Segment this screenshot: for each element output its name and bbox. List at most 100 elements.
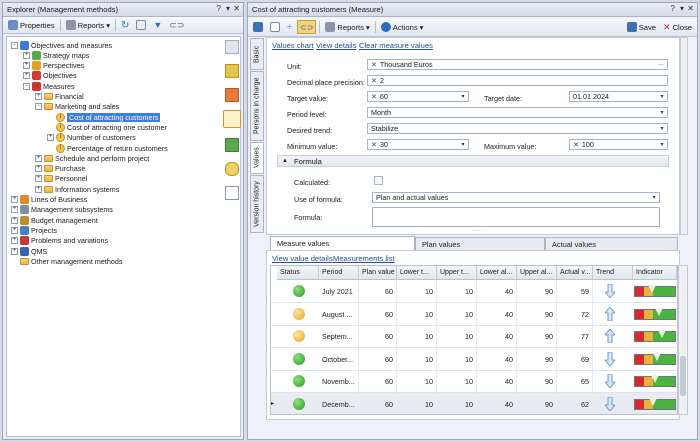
tree-item[interactable]: + Objectives: [23, 71, 77, 81]
tab-measure-values[interactable]: Measure values: [270, 236, 415, 251]
expand-icon[interactable]: +: [35, 154, 42, 162]
actions-button[interactable]: Actions ▾: [379, 20, 426, 34]
expand-icon[interactable]: +: [11, 206, 18, 214]
maximum-value-field[interactable]: ✕ 100 ▾: [569, 139, 668, 150]
clear-measure-values-link[interactable]: Clear measure values: [359, 41, 433, 50]
table-row[interactable]: October... 60 10 10 40 90 69: [271, 347, 677, 371]
tree-item[interactable]: + Problems and variations: [11, 236, 108, 246]
close-button[interactable]: ✕ Close: [661, 20, 694, 34]
link-button[interactable]: ⊂⊃: [167, 18, 186, 32]
pin-icon[interactable]: ▾: [226, 4, 230, 13]
properties-button[interactable]: Properties: [6, 18, 57, 32]
expand-icon[interactable]: +: [11, 247, 18, 255]
use-of-formula-select[interactable]: Plan and actual values ▾: [372, 192, 660, 203]
link-button[interactable]: ⊂⊃: [296, 20, 317, 34]
export-button[interactable]: [134, 18, 148, 32]
navigation-tree[interactable]: - Objectives and measures + Strategy maps + P…: [6, 36, 241, 437]
unit-field[interactable]: ✕ Thousand Euros ···: [367, 59, 668, 70]
ellipsis-icon[interactable]: ···: [656, 61, 666, 69]
target-side-button[interactable]: [223, 110, 241, 128]
tree-item[interactable]: + QMS: [11, 246, 47, 256]
tree-item[interactable]: i Cost of attracting one customer: [47, 122, 167, 132]
expand-icon[interactable]: +: [35, 175, 42, 183]
filter-button[interactable]: ▼: [151, 18, 164, 32]
strategy-side-button[interactable]: [225, 64, 239, 78]
tree-item[interactable]: + Financial: [35, 92, 84, 102]
document-button[interactable]: [268, 20, 282, 34]
table-row[interactable]: Septem... 60 10 10 40 90 77: [271, 325, 677, 349]
target-value-field[interactable]: ✕ 60 ▾: [367, 91, 469, 102]
tree-item[interactable]: Other management methods: [11, 256, 123, 266]
tree-item[interactable]: - Objectives and measures: [11, 40, 112, 50]
chevron-down-icon[interactable]: ▾: [459, 141, 467, 149]
view-value-details-link[interactable]: View value details: [272, 254, 333, 263]
chevron-down-icon[interactable]: ▾: [658, 141, 666, 149]
formula-group-header[interactable]: ▲ Formula: [277, 155, 669, 167]
tab-plan-values[interactable]: Plan values: [415, 237, 545, 251]
form-scrollbar[interactable]: [680, 37, 688, 235]
grid-scroll-thumb[interactable]: [680, 356, 686, 396]
tree-item[interactable]: + Purchase: [35, 164, 85, 174]
collapse-icon[interactable]: -: [35, 103, 42, 111]
chevron-down-icon[interactable]: ▾: [459, 93, 467, 101]
close-icon[interactable]: ✕: [233, 4, 240, 13]
tree-item[interactable]: + Information systems: [35, 184, 119, 194]
tree-item[interactable]: - Marketing and sales: [35, 102, 119, 112]
chevron-down-icon[interactable]: ▾: [658, 109, 666, 117]
reports-button[interactable]: Reports ▾: [323, 20, 371, 34]
table-row[interactable]: July 2021 60 10 10 40 90 59: [271, 280, 677, 303]
collapse-icon[interactable]: -: [11, 41, 18, 49]
tree-item[interactable]: + Lines of Business: [11, 195, 87, 205]
expand-icon[interactable]: +: [35, 165, 42, 173]
tab-basic[interactable]: Basic: [250, 38, 264, 70]
tree-item[interactable]: i Percentage of return customers: [47, 143, 168, 153]
calculated-checkbox[interactable]: [374, 176, 383, 185]
expand-icon[interactable]: +: [23, 62, 30, 70]
precision-field[interactable]: ✕ 2: [367, 75, 668, 86]
tree-item[interactable]: + Strategy maps: [23, 50, 89, 60]
desired-trend-select[interactable]: Stabilize ▾: [367, 123, 668, 134]
expand-icon[interactable]: +: [11, 226, 18, 234]
column-header[interactable]: Actual v...: [557, 266, 593, 280]
column-header[interactable]: Period: [319, 266, 359, 280]
table-row[interactable]: August ... 60 10 10 40 90 72: [271, 302, 677, 326]
column-header[interactable]: Lower t...: [397, 266, 437, 280]
expand-icon[interactable]: +: [35, 185, 42, 193]
reports-button[interactable]: Reports ▾: [64, 18, 112, 32]
formula-input[interactable]: [372, 207, 660, 227]
expand-icon[interactable]: +: [23, 51, 30, 59]
tree-item[interactable]: + i Number of customers: [47, 133, 136, 143]
chevron-down-icon[interactable]: ▾: [658, 93, 666, 101]
column-header[interactable]: Plan value: [359, 266, 397, 280]
close-icon[interactable]: ✕: [687, 4, 694, 13]
page-side-button[interactable]: [225, 186, 239, 200]
book-side-button[interactable]: [225, 138, 239, 152]
grid-scrollbar[interactable]: [678, 265, 688, 415]
chevron-down-icon[interactable]: ▾: [650, 194, 658, 202]
column-header[interactable]: Indicator: [633, 266, 677, 280]
alert-side-button[interactable]: [225, 88, 239, 102]
view-details-link[interactable]: View details: [316, 41, 356, 50]
column-header[interactable]: Upper al...: [517, 266, 557, 280]
tree-item[interactable]: i Cost of attracting customers: [47, 112, 161, 122]
splitter-grip[interactable]: ·····: [470, 228, 484, 234]
collapse-icon[interactable]: -: [23, 82, 30, 90]
help-icon[interactable]: ?: [217, 4, 221, 13]
tree-item[interactable]: + Management subsystems: [11, 205, 113, 215]
tree-item[interactable]: + Budget management: [11, 215, 98, 225]
period-level-select[interactable]: Month ▾: [367, 107, 668, 118]
tab-values[interactable]: Values: [250, 142, 264, 174]
column-header[interactable]: Trend: [593, 266, 633, 280]
split-button[interactable]: ÷: [285, 20, 294, 34]
values-chart-link[interactable]: Values chart: [272, 41, 314, 50]
tab-version-history[interactable]: Version history: [250, 175, 264, 233]
measurements-list-link[interactable]: Measurements list: [333, 254, 395, 263]
expand-icon[interactable]: +: [35, 93, 42, 100]
expand-icon[interactable]: +: [47, 134, 54, 142]
expand-icon[interactable]: +: [23, 72, 30, 80]
tab-persons-in-charge[interactable]: Persons in charge: [250, 71, 264, 141]
target-date-field[interactable]: 01.01.2024 ▾: [569, 91, 668, 102]
measure-values-grid[interactable]: Status Period Plan value Lower t... Upper t.…: [270, 265, 678, 415]
tab-actual-values[interactable]: Actual values: [545, 237, 678, 251]
table-row[interactable]: Novemb... 60 10 10 40 90 65: [271, 370, 677, 394]
